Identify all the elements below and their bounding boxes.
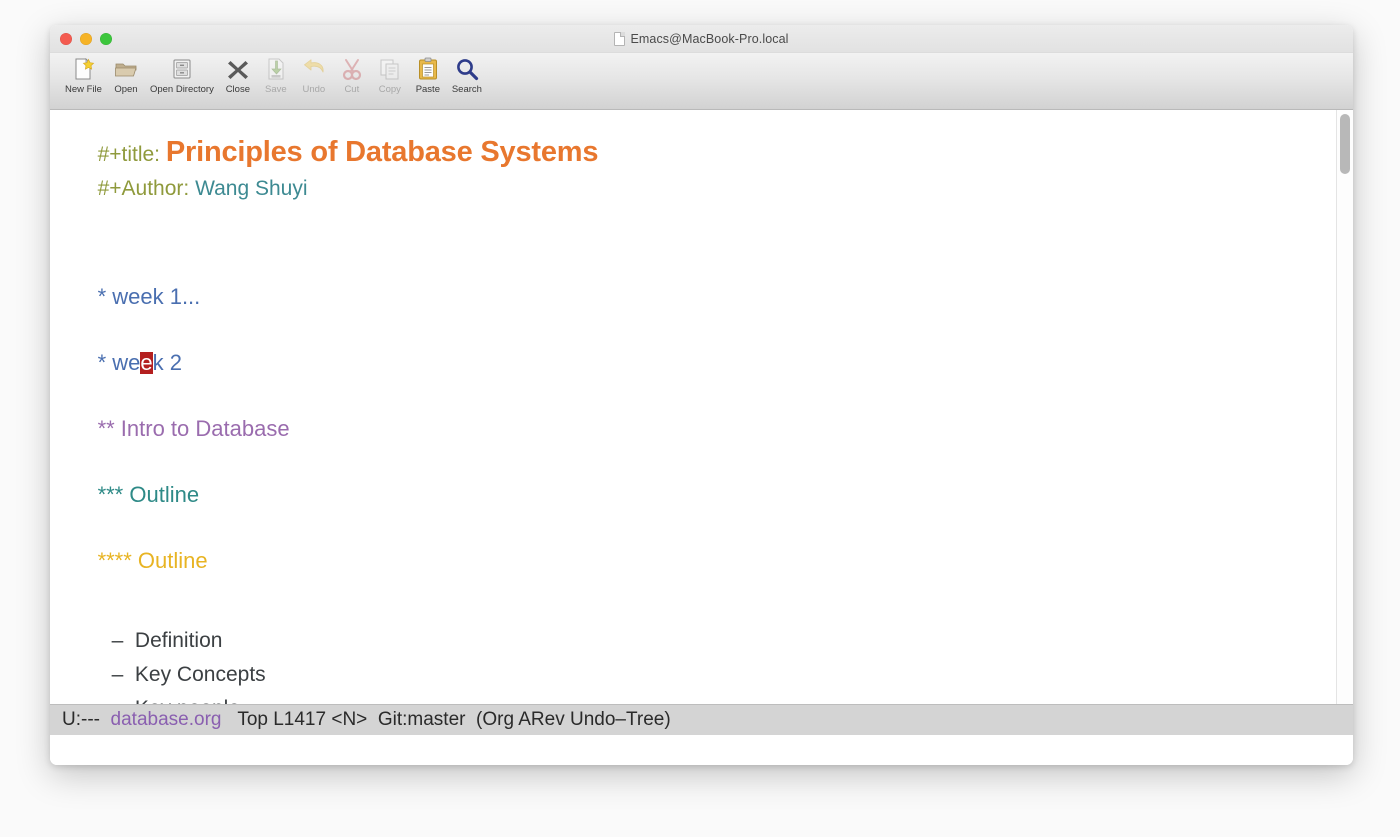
mode-line: U:--- database.org Top L1417 <N> Git:mas… — [50, 704, 1353, 735]
toolbar-button-cut[interactable]: Cut — [333, 56, 371, 106]
emacs-window: Emacs@MacBook-Pro.local New File Open Op… — [50, 25, 1353, 765]
toolbar-label-copy: Copy — [378, 84, 401, 95]
toolbar-label-open-directory: Open Directory — [149, 84, 214, 95]
list-item-label: – Key people — [112, 697, 240, 704]
window-title-group: Emacs@MacBook-Pro.local — [614, 31, 789, 46]
mode-line-line-number: L1417 — [273, 709, 327, 730]
org-heading-outline-3-text: *** Outline — [97, 482, 200, 507]
org-heading-intro-text: ** Intro to Database — [97, 416, 290, 441]
mode-line-vc[interactable]: Git:master — [378, 709, 466, 731]
org-title-line: #+title: Principles of Database Systems — [62, 122, 1336, 167]
toolbar-button-new-file[interactable]: New File — [60, 56, 107, 106]
org-author-line: #+Author: Wang Shuyi — [62, 162, 1336, 202]
window-title: Emacs@MacBook-Pro.local — [630, 31, 789, 46]
toolbar-button-paste[interactable]: Paste — [409, 56, 447, 106]
toolbar-button-search[interactable]: Search — [447, 56, 487, 106]
open-directory-icon — [169, 56, 195, 82]
toolbar-label-save: Save — [265, 84, 287, 95]
minibuffer[interactable] — [50, 735, 1353, 765]
toolbar-button-close[interactable]: Close — [219, 56, 257, 106]
toolbar-button-copy[interactable]: Copy — [371, 56, 409, 106]
mode-line-sep — [100, 709, 111, 731]
toolbar-label-paste: Paste — [415, 84, 440, 95]
vertical-scrollbar[interactable] — [1336, 110, 1353, 704]
mode-line-minor-modes[interactable]: (Org ARev Undo–Tree) — [476, 709, 671, 731]
document-icon — [614, 31, 626, 46]
toolbar-button-open[interactable]: Open — [107, 56, 145, 106]
close-window-button[interactable] — [60, 32, 72, 45]
mode-line-sep — [465, 709, 476, 731]
toolbar-button-open-directory[interactable]: Open Directory — [145, 56, 219, 106]
toolbar-label-open: Open — [114, 84, 138, 95]
toolbar-label-search: Search — [451, 84, 482, 95]
mode-line-position: Top — [237, 709, 268, 730]
mode-line-buffer-name[interactable]: database.org — [111, 709, 222, 731]
mode-line-sep — [367, 709, 378, 731]
org-heading-week1-text: * week 1... — [97, 284, 201, 309]
toolbar: New File Open Open Directory Close Save … — [50, 53, 1353, 110]
scrollbar-thumb[interactable] — [1340, 114, 1350, 174]
new-file-icon — [70, 56, 96, 82]
org-heading-week2-before: * we — [97, 350, 141, 375]
maximize-window-button[interactable] — [100, 32, 112, 45]
org-heading-intro: ** Intro to Database — [62, 402, 1336, 440]
org-heading-outline-4: **** Outline — [62, 534, 1336, 572]
org-author-keyword: #+Author: — [97, 177, 190, 200]
org-text-region[interactable]: #+title: Principles of Database Systems … — [50, 110, 1336, 705]
toolbar-label-new-file: New File — [65, 84, 102, 95]
copy-icon — [377, 56, 403, 82]
org-heading-week2: * week 2 — [62, 336, 1336, 374]
list-item-label: – Key Concepts — [111, 663, 266, 686]
org-heading-week2-after: k 2 — [152, 350, 182, 375]
close-x-icon — [225, 56, 251, 82]
buffer-area: #+title: Principles of Database Systems … — [50, 110, 1353, 704]
open-folder-icon — [113, 56, 139, 82]
magnifier-icon — [454, 56, 480, 82]
scissors-icon — [339, 56, 365, 82]
mode-line-input-state: <N> — [331, 709, 368, 730]
save-icon — [263, 56, 289, 82]
list-item-label: – Definition — [111, 629, 223, 652]
toolbar-button-undo[interactable]: Undo — [295, 56, 333, 106]
minimize-window-button[interactable] — [80, 32, 92, 45]
clipboard-paste-icon — [415, 56, 441, 82]
window-title-bar: Emacs@MacBook-Pro.local — [50, 25, 1353, 53]
org-author-value: Wang Shuyi — [195, 177, 308, 200]
toolbar-button-save[interactable]: Save — [257, 56, 295, 106]
text-cursor: e — [140, 350, 153, 375]
org-heading-week1: * week 1... — [62, 270, 1336, 308]
mode-line-sep — [221, 709, 237, 731]
org-heading-outline-4-text: **** Outline — [97, 548, 208, 573]
undo-arrow-icon — [301, 56, 327, 82]
toolbar-label-undo: Undo — [302, 84, 326, 95]
toolbar-label-close: Close — [225, 84, 250, 95]
org-title-value: Principles of Database Systems — [165, 136, 599, 168]
toolbar-label-cut: Cut — [344, 84, 360, 95]
list-item: – Definition — [62, 614, 1336, 651]
traffic-lights — [60, 25, 112, 52]
org-heading-outline-3: *** Outline — [62, 468, 1336, 506]
list-item: – Key Concepts — [62, 648, 1336, 685]
mode-line-status: U:--- — [62, 709, 100, 730]
org-title-keyword: #+title: — [97, 143, 161, 166]
